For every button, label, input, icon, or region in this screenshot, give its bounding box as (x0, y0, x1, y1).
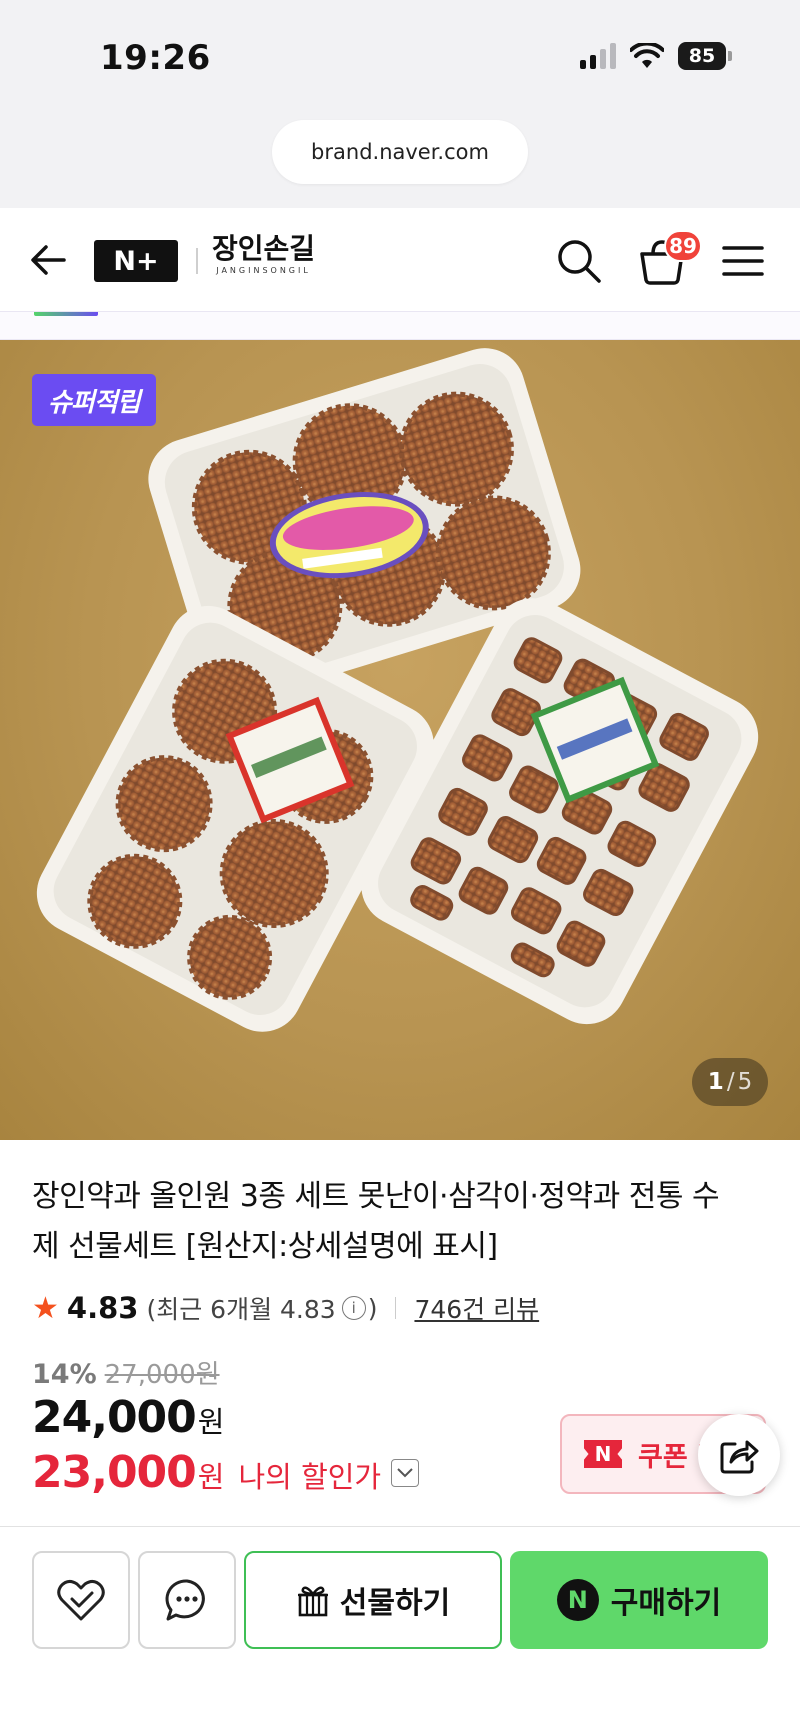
sale-price: 24,000 (32, 1392, 197, 1443)
brand-header: N+ 장인손길 JANGINSONGIL 89 (0, 208, 800, 312)
discount-row: 14% 27,000원 (32, 1354, 220, 1391)
chevron-down-icon[interactable] (391, 1458, 420, 1487)
my-price-currency: 원 (197, 1460, 225, 1494)
image-counter: 1/5 (692, 1058, 768, 1106)
platform-logo-text: N+ (113, 245, 159, 277)
share-icon (720, 1440, 759, 1474)
sale-price-currency: 원 (197, 1405, 225, 1439)
super-points-badge: 슈퍼적립 (32, 374, 156, 426)
menu-icon[interactable] (722, 244, 764, 278)
brand-name: 장인손길 (212, 232, 316, 265)
battery-icon: 85 (678, 42, 732, 70)
tab-indicator (34, 312, 98, 316)
search-icon[interactable] (556, 238, 602, 284)
status-icons: 85 (580, 42, 732, 70)
status-bar: 19:26 85 brand.naver.com (0, 0, 800, 208)
back-arrow-icon[interactable] (28, 240, 68, 280)
buy-button[interactable]: N 구매하기 (510, 1551, 768, 1649)
chat-bubble-icon (165, 1579, 205, 1621)
discount-percent: 14% (32, 1359, 97, 1390)
star-icon: ★ (32, 1290, 59, 1326)
product-title: 장인약과 올인원 3종 세트 못난이·삼각이·정약과 전통 수제 선물세트 [원… (32, 1179, 720, 1264)
image-counter-current: 1 (707, 1069, 724, 1095)
gift-button-label: 선물하기 (339, 1586, 451, 1621)
naver-pay-icon: N (556, 1579, 599, 1621)
info-icon[interactable]: i (341, 1296, 366, 1320)
brand-subtitle: JANGINSONGIL (216, 266, 311, 275)
my-price-label: 나의 할인가 (238, 1460, 382, 1494)
like-button[interactable] (32, 1551, 130, 1649)
bottom-action-bar: 선물하기 N 구매하기 (0, 1526, 800, 1735)
cart-count-badge: 89 (664, 230, 702, 262)
rating-recent-close: ) (367, 1293, 378, 1323)
brand-logo[interactable]: 장인손길 JANGINSONGIL (212, 232, 316, 276)
heart-check-icon (57, 1579, 105, 1621)
tab-strip (0, 312, 800, 340)
original-price: 27,000원 (104, 1360, 220, 1390)
my-price-row[interactable]: 23,000 원 나의 할인가 (32, 1447, 420, 1498)
wifi-icon (630, 43, 664, 68)
product-image-carousel[interactable]: 슈퍼적립 1/5 (0, 340, 800, 1140)
chat-button[interactable] (138, 1551, 236, 1649)
naver-plus-logo[interactable]: N+ (94, 240, 178, 282)
cellular-signal-icon (580, 43, 616, 69)
battery-level: 85 (678, 42, 726, 70)
gift-icon (297, 1586, 328, 1617)
rating-score: 4.83 (66, 1291, 139, 1325)
rating-recent: (최근 6개월 4.83 (146, 1295, 336, 1324)
address-bar[interactable]: brand.naver.com (272, 120, 528, 184)
header-divider (196, 248, 198, 274)
share-button[interactable] (698, 1414, 780, 1496)
product-photo (36, 348, 759, 1032)
coupon-ticket-icon: N (584, 1440, 622, 1468)
review-count-link[interactable]: 746건 리뷰 (414, 1290, 539, 1326)
image-counter-total: 5 (737, 1069, 753, 1095)
status-time: 19:26 (100, 38, 211, 78)
sale-price-row: 24,000 원 (32, 1392, 224, 1443)
gift-button[interactable]: 선물하기 (244, 1551, 502, 1649)
my-discount-price: 23,000 (32, 1447, 197, 1498)
buy-button-label: 구매하기 (610, 1586, 722, 1621)
rating-row: ★ 4.83 (최근 6개월 4.83 i ) 746건 리뷰 (32, 1290, 539, 1326)
rating-separator (395, 1297, 397, 1319)
